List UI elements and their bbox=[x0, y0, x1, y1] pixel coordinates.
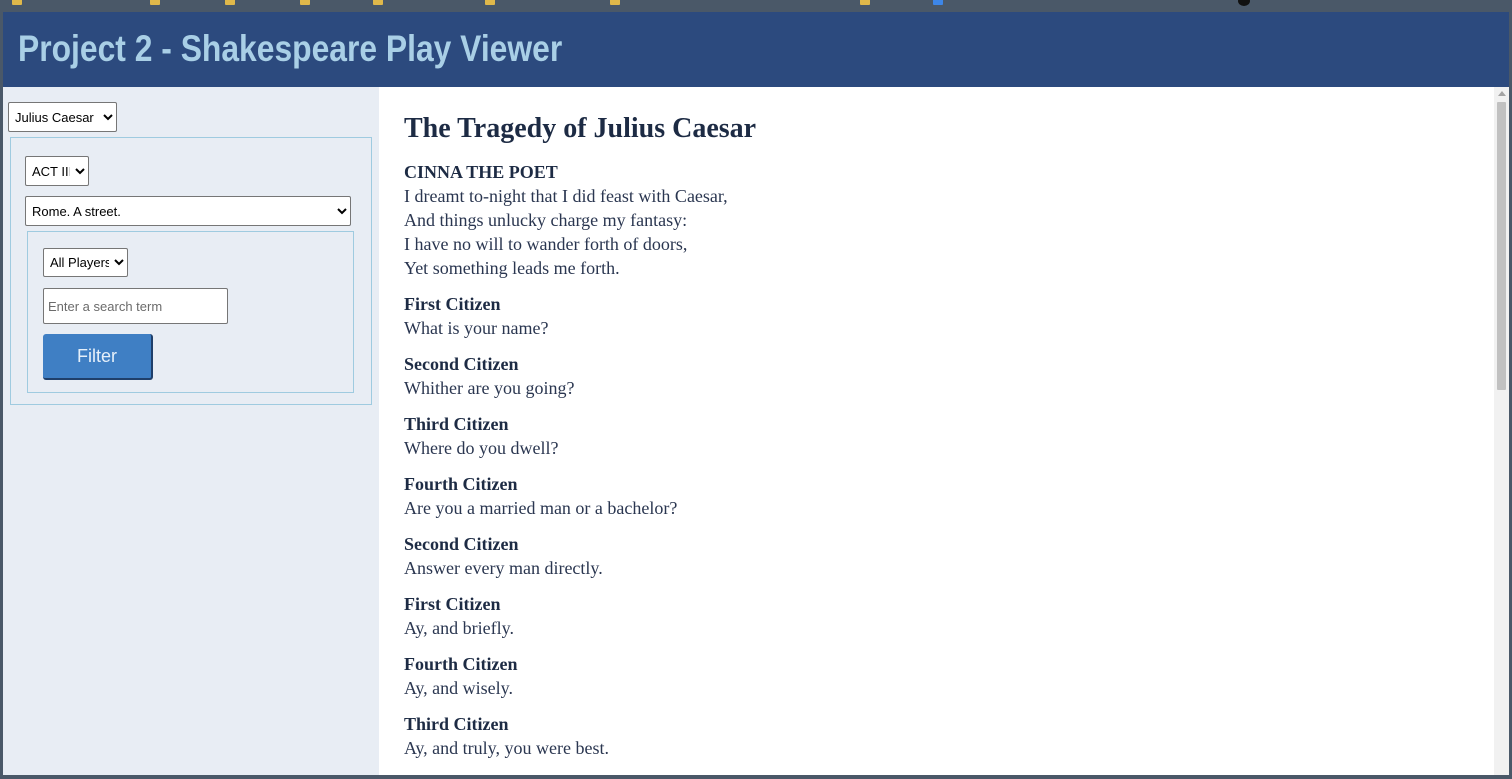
speaker-name: Second Citizen bbox=[404, 534, 519, 554]
sidebar: Julius Caesar ACT III Rome. A street. Al… bbox=[3, 87, 379, 775]
play-title: The Tragedy of Julius Caesar bbox=[404, 113, 757, 144]
speech-block: Second Citizen Whither are you going? bbox=[404, 352, 1464, 400]
bookmark-site-icon[interactable] bbox=[1238, 0, 1250, 6]
page-title: Project 2 - Shakespeare Play Viewer bbox=[18, 28, 563, 69]
bookmark-folder-icon[interactable] bbox=[225, 0, 235, 5]
act-filter-panel: ACT III Rome. A street. All Players Filt… bbox=[10, 137, 372, 405]
speaker-name: Third Citizen bbox=[404, 414, 509, 434]
content-scrollbar[interactable] bbox=[1494, 87, 1509, 775]
bookmark-folder-icon[interactable] bbox=[373, 0, 383, 5]
speech-block: Fourth Citizen Ay, and wisely. bbox=[404, 652, 1464, 700]
speaker-name: First Citizen bbox=[404, 594, 501, 614]
speech-line: Yet something leads me forth. bbox=[404, 258, 620, 278]
speech-line: Are you a married man or a bachelor? bbox=[404, 498, 678, 518]
speech-block: Fourth Citizen Are you a married man or a… bbox=[404, 472, 1464, 520]
app-window: Project 2 - Shakespeare Play Viewer Juli… bbox=[3, 12, 1509, 775]
speech-block: Third Citizen Ay, and truly, you were bes… bbox=[404, 712, 1464, 760]
speech-line: I dreamt to-night that I did feast with … bbox=[404, 186, 728, 206]
speech-line: I have no will to wander forth of doors, bbox=[404, 234, 688, 254]
speech-block: Second Citizen Answer every man directly. bbox=[404, 532, 1464, 580]
play-content: The Tragedy of Julius Caesar CINNA THE P… bbox=[379, 87, 1494, 775]
bookmark-folder-icon[interactable] bbox=[12, 0, 22, 5]
bookmark-folder-icon[interactable] bbox=[300, 0, 310, 5]
bookmark-page-icon[interactable] bbox=[933, 0, 943, 5]
speech-block: First Citizen What is your name? bbox=[404, 292, 1464, 340]
speech-line: Ay, and briefly. bbox=[404, 618, 514, 638]
filter-button[interactable]: Filter bbox=[43, 334, 153, 380]
play-select[interactable]: Julius Caesar bbox=[8, 102, 117, 132]
speech-line: Answer every man directly. bbox=[404, 558, 603, 578]
speech-line: Ay, and truly, you were best. bbox=[404, 738, 609, 758]
speech-block: Third Citizen Where do you dwell? bbox=[404, 412, 1464, 460]
bookmark-folder-icon[interactable] bbox=[150, 0, 160, 5]
search-input[interactable] bbox=[43, 288, 228, 324]
bookmark-folder-icon[interactable] bbox=[610, 0, 620, 5]
speaker-name: First Citizen bbox=[404, 294, 501, 314]
player-select[interactable]: All Players bbox=[43, 248, 128, 277]
speech-line: And things unlucky charge my fantasy: bbox=[404, 210, 688, 230]
speech-line: What is your name? bbox=[404, 318, 549, 338]
speaker-name: CINNA THE POET bbox=[404, 162, 558, 182]
speech-line: Where do you dwell? bbox=[404, 438, 559, 458]
bookmark-folder-icon[interactable] bbox=[860, 0, 870, 5]
speaker-name: Second Citizen bbox=[404, 354, 519, 374]
act-select[interactable]: ACT III bbox=[25, 156, 89, 186]
bookmark-folder-icon[interactable] bbox=[485, 0, 495, 5]
speech-line: Ay, and wisely. bbox=[404, 678, 513, 698]
speaker-name: Fourth Citizen bbox=[404, 474, 518, 494]
speech-line: Whither are you going? bbox=[404, 378, 575, 398]
speech-list: CINNA THE POET I dreamt to-night that I d… bbox=[404, 160, 1464, 772]
scene-select[interactable]: Rome. A street. bbox=[25, 196, 351, 226]
speaker-name: Third Citizen bbox=[404, 714, 509, 734]
scrollbar-thumb[interactable] bbox=[1497, 102, 1506, 390]
player-filter-panel: All Players Filter bbox=[27, 231, 354, 393]
bookmarks-bar bbox=[0, 0, 1512, 12]
speaker-name: Fourth Citizen bbox=[404, 654, 518, 674]
speech-block: CINNA THE POET I dreamt to-night that I d… bbox=[404, 160, 1464, 280]
scroll-up-arrow-icon[interactable] bbox=[1498, 91, 1506, 96]
page-header: Project 2 - Shakespeare Play Viewer bbox=[3, 12, 1509, 87]
speech-block: First Citizen Ay, and briefly. bbox=[404, 592, 1464, 640]
